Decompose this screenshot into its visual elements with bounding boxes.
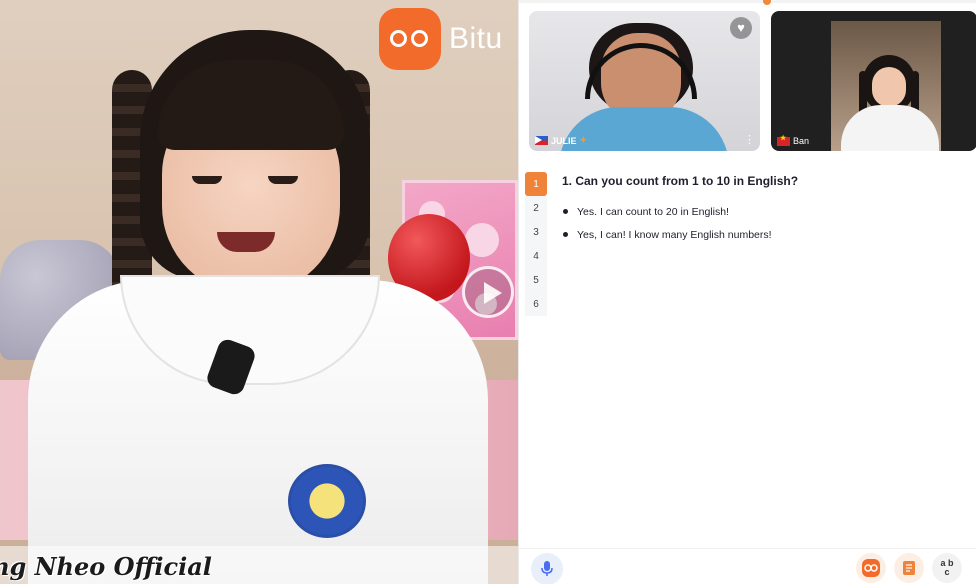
question-number-5[interactable]: 5 — [525, 268, 547, 292]
child-eye-left — [192, 176, 222, 184]
panel-top-bar — [519, 0, 976, 3]
answer-item: Yes. I can count to 20 in English! — [563, 200, 772, 223]
teacher-name-tag: JULIE ✦ — [535, 135, 587, 146]
philippines-flag-icon — [535, 136, 548, 145]
answer-text: Yes. I can count to 20 in English! — [577, 205, 729, 218]
vocabulary-abc-icon: a b c — [940, 558, 954, 577]
star-badge-icon: ✦ — [579, 135, 588, 145]
bitu-logo-icon — [379, 8, 441, 70]
answer-text: Yes, I can! I know many English numbers! — [577, 228, 772, 241]
teacher-video-tile[interactable]: ♥ JULIE ✦ ⋮ — [529, 11, 760, 151]
main-video-feed[interactable]: Bitu ng Nheo Official — [0, 0, 518, 584]
answer-item: Yes, I can! I know many English numbers! — [563, 223, 772, 246]
bitu-button[interactable] — [856, 553, 886, 583]
channel-watermark: ng Nheo Official — [0, 546, 518, 584]
vocabulary-button[interactable]: a b c — [932, 553, 962, 583]
bullet-icon — [563, 209, 568, 214]
notes-icon — [903, 561, 915, 575]
play-icon[interactable] — [462, 266, 514, 318]
question-number-4[interactable]: 4 — [525, 244, 547, 268]
microphone-button[interactable] — [531, 553, 563, 584]
notes-button[interactable] — [894, 553, 924, 583]
microphone-icon — [541, 561, 553, 576]
more-options-icon[interactable]: ⋮ — [744, 135, 755, 146]
student-name-tag: Ban — [777, 134, 810, 146]
bitu-logo-icon — [862, 559, 880, 577]
student-video-tile[interactable]: Ban — [771, 11, 976, 151]
teacher-name: JULIE — [551, 135, 577, 146]
vietnam-flag-icon — [777, 134, 790, 146]
bottom-toolbar: a b c — [519, 548, 976, 584]
question-number-2[interactable]: 2 — [525, 196, 547, 220]
bitu-logo: Bitu — [379, 8, 503, 70]
bullet-icon — [563, 232, 568, 237]
student-face — [872, 67, 906, 107]
question-number-1[interactable]: 1 — [525, 172, 547, 196]
lesson-panel: ♥ JULIE ✦ ⋮ Ban 1 2 3 4 — [518, 0, 976, 584]
app-screen: Bitu ng Nheo Official ♥ JULIE ✦ ⋮ ★ Ban … — [0, 0, 976, 584]
question-text: 1. Can you count from 1 to 10 in English… — [562, 174, 799, 188]
watermark-text: ng Nheo Official — [0, 552, 212, 581]
school-badge — [288, 464, 366, 538]
question-number-6[interactable]: 6 — [525, 292, 547, 316]
bitu-logo-text: Bitu — [449, 22, 503, 55]
heart-icon[interactable]: ♥ — [730, 17, 752, 39]
student-name: Ban — [793, 136, 810, 146]
child-eye-right — [268, 176, 298, 184]
answer-list: Yes. I can count to 20 in English! Yes, … — [563, 200, 772, 246]
question-number-list: 1 2 3 4 5 6 — [525, 172, 547, 316]
question-number-3[interactable]: 3 — [525, 220, 547, 244]
status-dot — [763, 0, 771, 5]
